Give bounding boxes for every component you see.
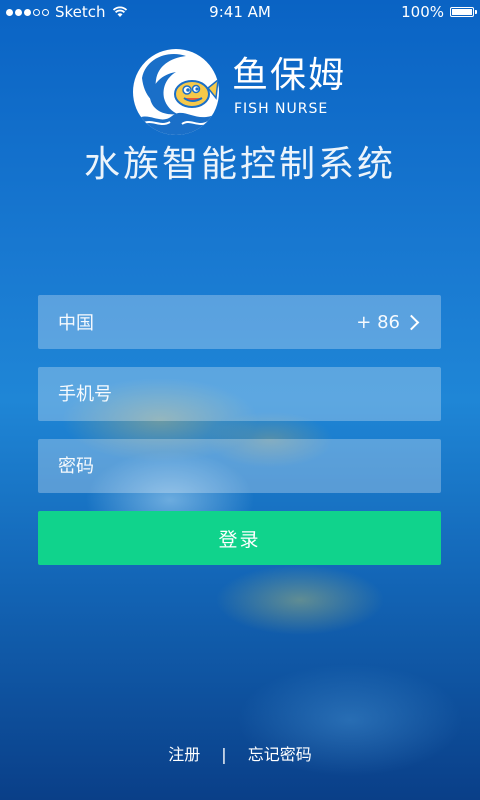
register-link[interactable]: 注册 (168, 745, 200, 764)
chevron-right-icon (403, 314, 420, 330)
password-field-container (38, 439, 441, 493)
link-separator: | (221, 745, 227, 764)
bottom-links: 注册 | 忘记密码 (0, 742, 480, 768)
brand-name-cn: 鱼保姆 (232, 55, 347, 96)
login-button[interactable]: 登录 (38, 511, 441, 565)
phone-field-container (38, 367, 441, 421)
brand-name-en: FISH NURSE (234, 101, 329, 117)
app-title: 水族智能控制系统 (83, 144, 396, 185)
password-input[interactable] (58, 455, 421, 477)
battery-percent: 100% (401, 3, 444, 21)
country-label: 中国 (58, 313, 94, 334)
battery-icon (450, 7, 477, 17)
brand-header: 鱼保姆 FISH NURSE (0, 48, 480, 136)
status-right: 100% (401, 0, 477, 24)
phone-input[interactable] (58, 383, 421, 405)
country-code-group: + 86 (356, 312, 421, 333)
fish-nurse-logo-icon (133, 49, 219, 135)
status-bar: Sketch 9:41 AM 100% (0, 0, 480, 24)
country-code: + 86 (356, 311, 400, 333)
country-selector[interactable]: 中国 + 86 (38, 295, 441, 349)
forgot-password-link[interactable]: 忘记密码 (248, 745, 312, 764)
